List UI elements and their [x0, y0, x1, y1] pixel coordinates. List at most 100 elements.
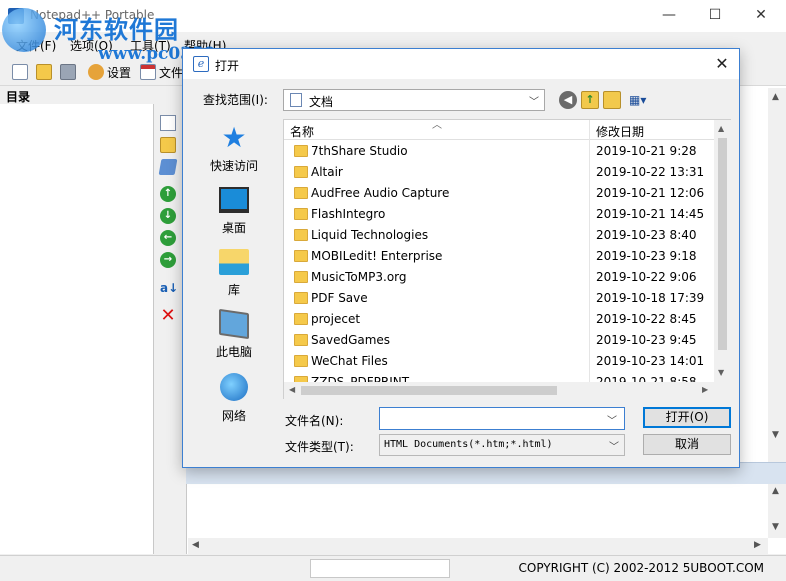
file-date: 2019-10-18 17:39 [596, 291, 705, 305]
settings-button[interactable]: 设置 [88, 63, 131, 81]
dialog-close-button[interactable]: ✕ [711, 53, 733, 75]
output-horizontal-scrollbar[interactable]: ◀ ▶ [188, 538, 768, 554]
arrow-left-icon[interactable]: ← [160, 230, 176, 246]
folder-icon [294, 166, 308, 178]
column-name-header[interactable]: 名称 [290, 123, 314, 140]
file-name: PDF Save [311, 291, 368, 305]
list-item[interactable]: 7thShare Studio 2019-10-21 9:28 [284, 141, 714, 162]
scroll-left-icon[interactable]: ◀ [192, 540, 199, 550]
app-icon [8, 8, 24, 24]
arrow-up-icon[interactable]: ↑ [160, 186, 176, 202]
scroll-right-icon[interactable]: ▶ [702, 385, 708, 394]
list-item[interactable]: Altair 2019-10-22 13:31 [284, 162, 714, 183]
filename-label: 文件名(N): [285, 414, 344, 428]
status-bar: COPYRIGHT (C) 2002-2012 5UBOOT.COM [0, 555, 786, 581]
up-folder-button[interactable]: ↑ [581, 91, 599, 109]
list-item[interactable]: FlashIntegro 2019-10-21 14:45 [284, 204, 714, 225]
chevron-down-icon[interactable]: ﹀ [607, 412, 617, 427]
chevron-down-icon: ﹀ [529, 97, 539, 108]
place-label: 此电脑 [215, 345, 252, 359]
folder-icon [294, 187, 308, 199]
scroll-down-icon[interactable]: ▼ [772, 522, 779, 532]
scroll-down-icon[interactable]: ▼ [772, 430, 779, 440]
new-doc-icon[interactable] [160, 115, 176, 131]
list-item[interactable]: Liquid Technologies 2019-10-23 8:40 [284, 225, 714, 246]
minimize-button[interactable]: — [646, 0, 692, 30]
desktop-icon [219, 187, 249, 213]
filetype-select[interactable]: HTML Documents(*.htm;*.html) ﹀ [379, 434, 625, 456]
files-label: 文件 [159, 65, 184, 80]
open-folder-icon[interactable] [160, 137, 176, 153]
scroll-thumb[interactable] [301, 386, 557, 395]
list-item[interactable]: ZZDS_PDFPRINT 2019-10-21 8:58 [284, 372, 714, 382]
save-button[interactable] [60, 63, 79, 81]
place-this-pc[interactable]: 此电脑 [191, 308, 277, 360]
browser-icon: e [193, 56, 209, 72]
new-button[interactable] [12, 63, 31, 81]
scroll-up-icon[interactable]: ▲ [718, 124, 724, 133]
file-date: 2019-10-22 9:06 [596, 270, 697, 284]
place-quick-access[interactable]: ★ 快速访问 [191, 121, 277, 174]
list-item[interactable]: PDF Save 2019-10-18 17:39 [284, 288, 714, 309]
scroll-left-icon[interactable]: ◀ [289, 385, 295, 394]
files-button[interactable]: 文件 [140, 63, 183, 81]
network-icon [220, 373, 248, 401]
places-bar: ★ 快速访问 桌面 库 此电脑 网络 [191, 119, 277, 459]
scroll-up-icon[interactable]: ▲ [772, 486, 779, 496]
place-label: 快速访问 [209, 159, 258, 173]
list-vertical-scrollbar[interactable]: ▲ ▼ [714, 120, 731, 382]
column-date-header[interactable]: 修改日期 [596, 123, 644, 140]
scroll-down-icon[interactable]: ▼ [718, 368, 724, 377]
place-label: 桌面 [221, 221, 246, 235]
output-vertical-scrollbar[interactable]: ▲ ▼ [768, 484, 786, 538]
file-name: Liquid Technologies [311, 228, 429, 242]
list-item[interactable]: projecet 2019-10-22 8:45 [284, 309, 714, 330]
arrow-down-icon[interactable]: ↓ [160, 208, 176, 224]
close-button[interactable]: ✕ [738, 0, 784, 30]
book-icon[interactable] [158, 159, 178, 175]
list-item[interactable]: MusicToMP3.org 2019-10-22 9:06 [284, 267, 714, 288]
file-date: 2019-10-23 8:40 [596, 228, 697, 242]
new-file-icon [12, 64, 28, 80]
list-item[interactable]: SavedGames 2019-10-23 9:45 [284, 330, 714, 351]
menu-file[interactable]: 文件(F) [16, 37, 56, 54]
editor-vertical-scrollbar[interactable]: ▲ ▼ [768, 88, 786, 462]
new-folder-button[interactable] [603, 91, 621, 109]
place-library[interactable]: 库 [191, 249, 277, 298]
list-item[interactable]: WeChat Files 2019-10-23 14:01 [284, 351, 714, 372]
menu-options[interactable]: 选项(O) [70, 37, 113, 54]
folder-icon [294, 355, 308, 367]
arrow-right-icon[interactable]: → [160, 252, 176, 268]
maximize-button[interactable]: ☐ [692, 0, 738, 30]
folder-icon [294, 208, 308, 220]
list-item[interactable]: AudFree Audio Capture 2019-10-21 12:06 [284, 183, 714, 204]
back-button[interactable]: ◀ [559, 91, 577, 109]
sort-icon[interactable]: a↓ [160, 280, 178, 296]
view-menu-button[interactable]: ▦▾ [629, 91, 657, 109]
file-list[interactable]: 名称 ︿ 修改日期 7thShare Studio 2019-10-21 9:28… [283, 119, 731, 399]
file-date: 2019-10-23 14:01 [596, 354, 705, 368]
list-horizontal-scrollbar[interactable]: ◀ ▶ [284, 382, 714, 399]
star-icon: ★ [221, 121, 247, 154]
delete-icon[interactable]: ✕ [160, 307, 176, 325]
menu-tools[interactable]: 工具(T) [130, 37, 171, 54]
look-in-combo[interactable]: 文档 ﹀ [283, 89, 545, 111]
file-name: Altair [311, 165, 343, 179]
directory-panel[interactable] [0, 104, 154, 554]
cancel-button[interactable]: 取消 [643, 434, 731, 455]
place-label: 库 [227, 283, 240, 297]
open-button[interactable]: 打开(O) [643, 407, 731, 428]
folder-icon [294, 229, 308, 241]
file-name: AudFree Audio Capture [311, 186, 450, 200]
folder-icon [294, 145, 308, 157]
place-desktop[interactable]: 桌面 [191, 187, 277, 236]
scroll-up-icon[interactable]: ▲ [772, 92, 779, 102]
filename-input[interactable] [379, 407, 625, 430]
scroll-thumb[interactable] [718, 138, 727, 350]
file-date: 2019-10-23 9:18 [596, 249, 697, 263]
file-name: WeChat Files [311, 354, 388, 368]
place-network[interactable]: 网络 [191, 373, 277, 424]
scroll-right-icon[interactable]: ▶ [754, 540, 761, 550]
open-button[interactable] [36, 63, 55, 81]
list-item[interactable]: MOBILedit! Enterprise 2019-10-23 9:18 [284, 246, 714, 267]
